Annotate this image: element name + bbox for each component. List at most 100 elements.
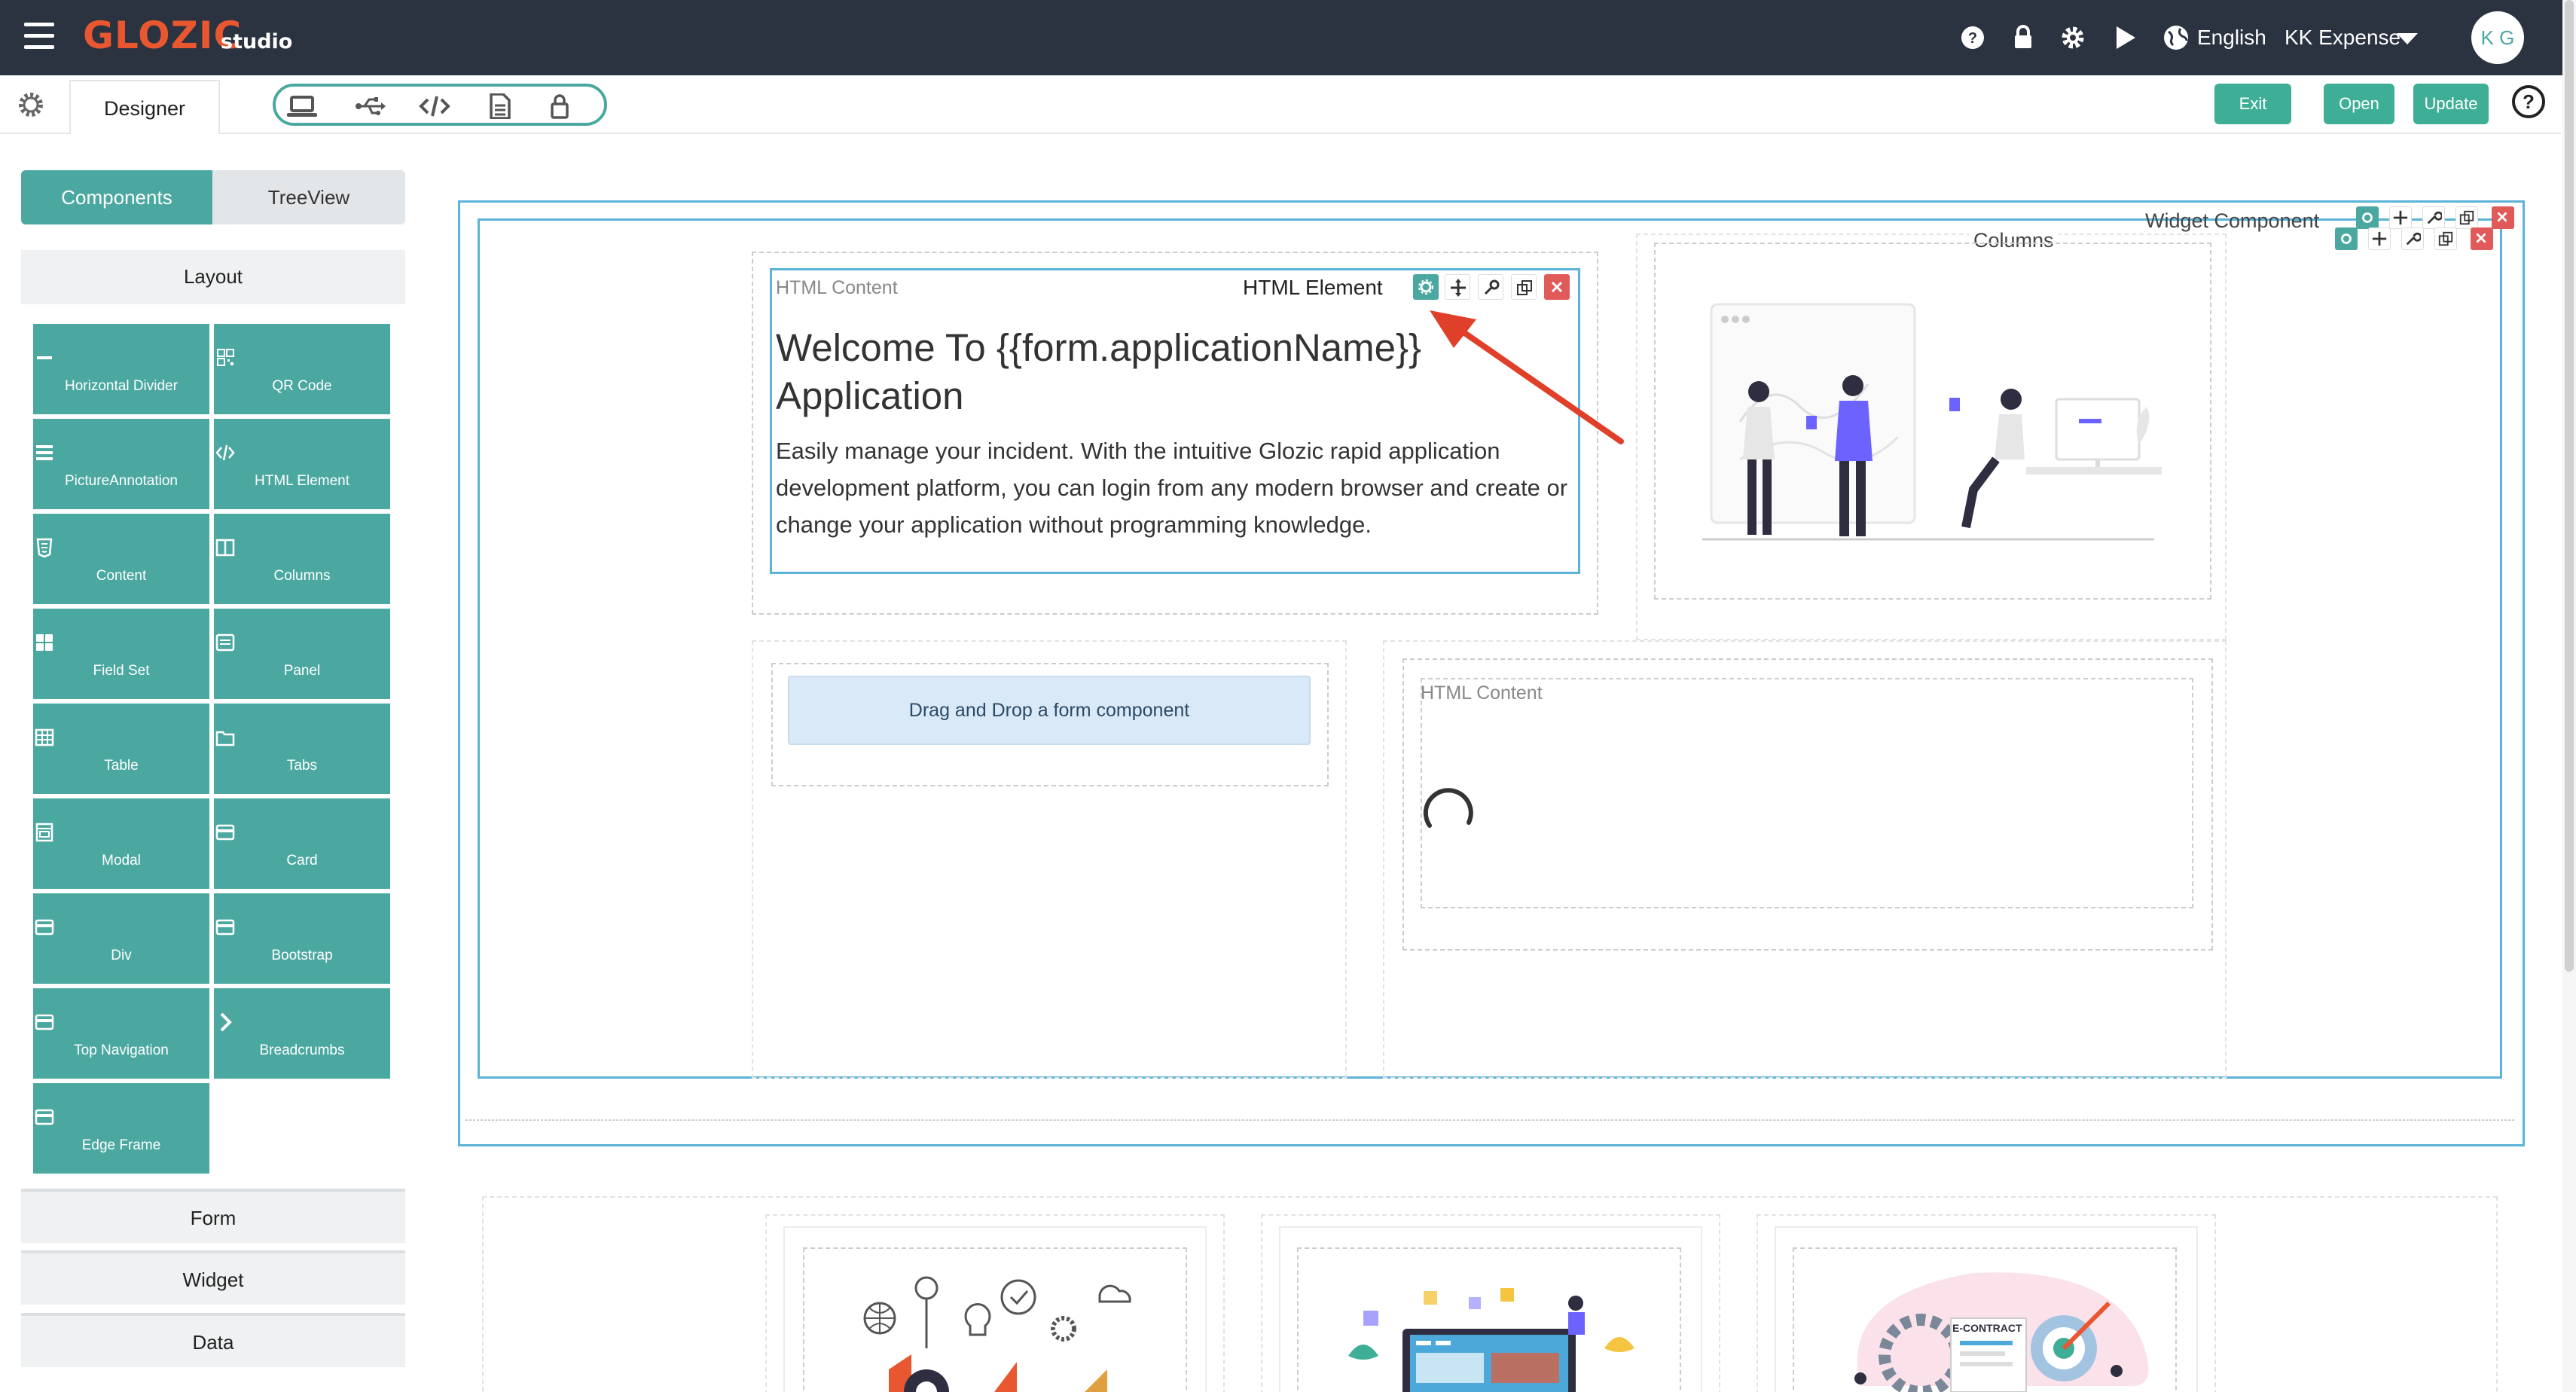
account-caret-icon[interactable] xyxy=(2397,33,2418,44)
component-qr-code[interactable]: QR Code xyxy=(214,324,390,414)
account-selector[interactable]: KK Expense xyxy=(2285,26,2401,50)
hamburger-menu-icon[interactable] xyxy=(24,23,54,51)
component-label: Card xyxy=(286,853,318,868)
element-edit-button[interactable] xyxy=(1478,274,1503,300)
columns-icon xyxy=(215,539,235,557)
help-circle-icon[interactable]: ? xyxy=(2511,84,2546,119)
copy-icon xyxy=(2438,231,2453,246)
component-label: QR Code xyxy=(272,378,332,394)
gear-icon xyxy=(2362,212,2373,223)
lock-icon[interactable] xyxy=(2008,23,2038,53)
svg-text:?: ? xyxy=(2523,90,2535,113)
tab-designer[interactable]: Designer xyxy=(69,80,220,134)
wrench-icon xyxy=(1484,279,1500,295)
component-label: Edge Frame xyxy=(81,1137,161,1153)
th-large-icon xyxy=(36,634,53,651)
component-top-navigation[interactable]: Top Navigation xyxy=(33,988,209,1079)
element-copy-button[interactable] xyxy=(1511,274,1537,300)
help-icon[interactable]: ? xyxy=(1958,23,1988,53)
card-icon xyxy=(35,919,54,936)
component-horizontal-divider[interactable]: Horizontal Divider xyxy=(33,324,209,414)
columns-edit-button[interactable] xyxy=(2401,227,2424,250)
play-preview-icon[interactable] xyxy=(2110,23,2140,53)
widget-settings-button[interactable] xyxy=(2356,206,2379,229)
columns-remove-button[interactable] xyxy=(2471,227,2493,250)
columns-settings-button[interactable] xyxy=(2335,227,2358,250)
widget-copy-button[interactable] xyxy=(2455,206,2478,229)
html-content-label: HTML Content xyxy=(776,277,898,298)
element-move-button[interactable] xyxy=(1445,274,1470,300)
card-icon xyxy=(215,824,235,841)
drag-drop-placeholder[interactable]: Drag and Drop a form component xyxy=(788,676,1311,745)
tab-components[interactable]: Components xyxy=(21,170,212,224)
component-label: Tabs xyxy=(286,758,318,774)
page-scrollbar-thumb[interactable] xyxy=(2565,0,2574,972)
accordion-layout[interactable]: Layout xyxy=(21,250,405,304)
update-button[interactable]: Update xyxy=(2413,84,2489,124)
close-icon xyxy=(1551,281,1563,293)
chevron-right-icon xyxy=(220,1012,232,1032)
loading-spinner-icon xyxy=(1423,788,1473,828)
card-icon xyxy=(35,1109,54,1125)
element-remove-button[interactable] xyxy=(1544,274,1570,300)
component-columns[interactable]: Columns xyxy=(214,514,390,604)
component-edge-frame[interactable]: Edge Frame xyxy=(33,1083,209,1174)
component-label: Field Set xyxy=(93,663,150,679)
html5-icon xyxy=(36,538,53,558)
bars-icon xyxy=(36,445,53,460)
window-icon xyxy=(35,823,53,842)
component-modal[interactable]: Modal xyxy=(33,798,209,889)
element-settings-button[interactable] xyxy=(1413,274,1439,300)
code-icon xyxy=(215,444,235,461)
columns-move-button[interactable] xyxy=(2368,227,2391,250)
settings-gear-icon[interactable] xyxy=(2058,23,2088,53)
user-avatar[interactable]: K G xyxy=(2471,11,2524,64)
lock-permissions-icon[interactable] xyxy=(544,93,575,119)
component-bootstrap[interactable]: Bootstrap xyxy=(214,893,390,984)
columns-copy-button[interactable] xyxy=(2434,227,2457,250)
open-button[interactable]: Open xyxy=(2324,84,2394,124)
code-view-icon[interactable] xyxy=(419,93,450,119)
html-content-label-2: HTML Content xyxy=(1421,682,1543,704)
component-content[interactable]: Content xyxy=(33,514,209,604)
wrench-icon xyxy=(2406,232,2421,246)
component-panel[interactable]: Panel xyxy=(214,609,390,699)
language-selector[interactable]: English xyxy=(2197,26,2266,50)
component-tabs[interactable]: Tabs xyxy=(214,704,390,794)
gear-icon xyxy=(1418,279,1433,295)
widget-move-button[interactable] xyxy=(2389,206,2412,229)
component-label: PictureAnnotation xyxy=(65,473,178,489)
card-icon xyxy=(35,1014,54,1030)
component-label: Modal xyxy=(102,853,141,868)
component-label: Top Navigation xyxy=(74,1042,169,1058)
component-html-element[interactable]: HTML Element xyxy=(214,419,390,509)
html-element-label: HTML Element xyxy=(1243,276,1383,299)
widget-remove-button[interactable] xyxy=(2492,206,2514,229)
web-dev-illustration xyxy=(1348,1288,1634,1392)
tab-treeview[interactable]: TreeView xyxy=(212,170,405,224)
close-icon xyxy=(2497,212,2507,222)
team-illustration xyxy=(1702,303,2162,541)
component-card[interactable]: Card xyxy=(214,798,390,889)
folder-icon xyxy=(215,731,235,746)
copy-icon xyxy=(1517,280,1532,295)
component-table[interactable]: Table xyxy=(33,704,209,794)
component-div[interactable]: Div xyxy=(33,893,209,984)
document-icon[interactable] xyxy=(484,93,515,119)
exit-button[interactable]: Exit xyxy=(2214,84,2291,124)
component-pictureannotation[interactable]: PictureAnnotation xyxy=(33,419,209,509)
form-settings-gear-icon[interactable] xyxy=(15,89,47,121)
widget-edit-button[interactable] xyxy=(2422,206,2445,229)
component-breadcrumbs[interactable]: Breadcrumbs xyxy=(214,988,390,1079)
accordion-data[interactable]: Data xyxy=(21,1313,405,1367)
component-label: Div xyxy=(111,948,132,963)
globe-icon[interactable] xyxy=(2162,24,2190,51)
app-logo-sub: studio xyxy=(221,30,293,53)
laptop-icon[interactable] xyxy=(286,93,318,119)
accordion-widget[interactable]: Widget xyxy=(21,1250,405,1305)
accordion-form[interactable]: Form xyxy=(21,1189,405,1243)
component-field-set[interactable]: Field Set xyxy=(33,609,209,699)
usb-connector-icon[interactable] xyxy=(354,93,386,119)
copy-icon xyxy=(2459,210,2474,225)
minus-icon xyxy=(37,356,52,359)
